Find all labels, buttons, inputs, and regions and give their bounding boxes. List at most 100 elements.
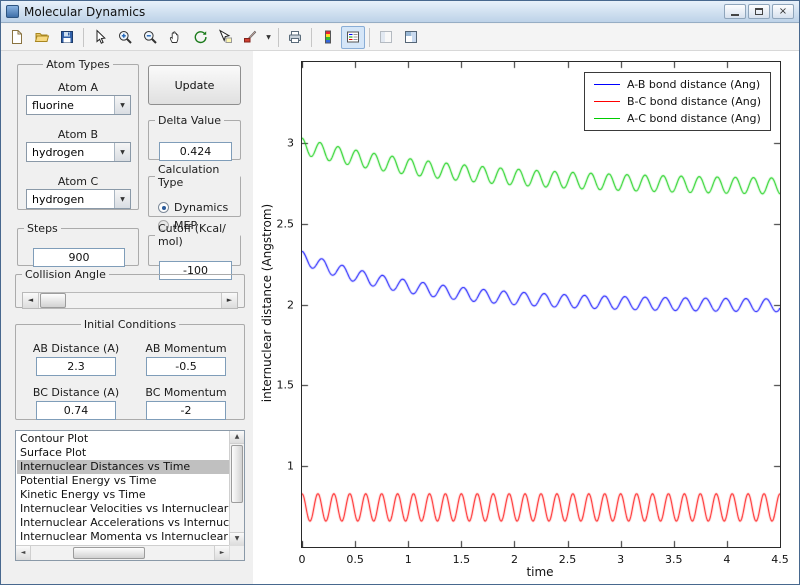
x-tick-label: 3.5 bbox=[665, 553, 683, 566]
ab-momentum-input[interactable] bbox=[146, 357, 226, 376]
show-plot-tools-icon bbox=[403, 29, 419, 45]
atom-c-value: hydrogen bbox=[27, 190, 114, 208]
plot-list: Contour PlotSurface PlotInternuclear Dis… bbox=[17, 432, 229, 545]
bc-distance-label: BC Distance (A) bbox=[24, 386, 128, 399]
zoom-in-button[interactable] bbox=[113, 26, 137, 49]
hide-plot-tools-icon bbox=[378, 29, 394, 45]
insert-colorbar-button[interactable] bbox=[316, 26, 340, 49]
atom-b-select[interactable]: hydrogen ▼ bbox=[26, 142, 131, 162]
insert-colorbar-icon bbox=[320, 29, 336, 45]
maximize-icon bbox=[755, 8, 763, 15]
list-item[interactable]: Internuclear Momenta vs Internuclear Dis… bbox=[17, 530, 229, 544]
chevron-down-icon[interactable]: ▼ bbox=[114, 96, 130, 114]
save-figure-button[interactable] bbox=[55, 26, 79, 49]
x-tick-label: 4.5 bbox=[771, 553, 789, 566]
list-item[interactable]: Contour Plot bbox=[17, 432, 229, 446]
pan-button[interactable] bbox=[163, 26, 187, 49]
app-icon bbox=[6, 5, 19, 18]
ab-momentum-label: AB Momentum bbox=[134, 342, 238, 355]
data-cursor-button[interactable] bbox=[213, 26, 237, 49]
listbox-horizontal-scrollbar[interactable]: ◄ ► bbox=[16, 545, 229, 560]
steps-input[interactable] bbox=[33, 248, 125, 267]
save-figure-icon bbox=[59, 29, 75, 45]
insert-legend-icon bbox=[345, 29, 361, 45]
scroll-left-arrow-icon[interactable]: ◄ bbox=[16, 546, 31, 560]
scroll-right-arrow-icon[interactable]: ► bbox=[221, 293, 237, 308]
horizontal-scroll-track[interactable] bbox=[31, 546, 214, 560]
legend-entry[interactable]: A-C bond distance (Ang) bbox=[594, 112, 761, 125]
horizontal-scroll-thumb[interactable] bbox=[73, 547, 145, 559]
brush-button[interactable] bbox=[238, 26, 262, 49]
window-title: Molecular Dynamics bbox=[24, 5, 145, 19]
toolbar-separator bbox=[83, 28, 84, 47]
steps-legend: Steps bbox=[24, 222, 61, 235]
x-tick-label: 1 bbox=[405, 553, 412, 566]
print-button[interactable] bbox=[283, 26, 307, 49]
legend-entry[interactable]: A-B bond distance (Ang) bbox=[594, 78, 761, 91]
vertical-scroll-thumb[interactable] bbox=[231, 445, 243, 503]
list-item[interactable]: Kinetic Energy vs Time bbox=[17, 488, 229, 502]
ab-distance-input[interactable] bbox=[36, 357, 116, 376]
control-panel: Atom Types Atom A fluorine ▼ Atom B hydr… bbox=[1, 51, 253, 584]
bc-momentum-input[interactable] bbox=[146, 401, 226, 420]
x-tick-label: 1.5 bbox=[453, 553, 471, 566]
ab-distance-label: AB Distance (A) bbox=[24, 342, 128, 355]
collision-angle-slider[interactable]: ◄ ► bbox=[22, 292, 238, 309]
dynamics-radio[interactable]: Dynamics bbox=[158, 201, 228, 214]
cutoff-legend: Cutoff (Kcal/ mol) bbox=[155, 222, 240, 248]
list-item[interactable]: Internuclear Distances vs Time bbox=[17, 460, 229, 474]
scroll-left-arrow-icon[interactable]: ◄ bbox=[23, 293, 39, 308]
plot-legend[interactable]: A-B bond distance (Ang) B-C bond distance… bbox=[584, 72, 771, 131]
hide-plot-tools-button[interactable] bbox=[374, 26, 398, 49]
list-item[interactable]: Potential Energy vs Time bbox=[17, 474, 229, 488]
atom-c-label: Atom C bbox=[18, 175, 138, 188]
scroll-down-arrow-icon[interactable]: ▼ bbox=[230, 532, 244, 545]
list-item[interactable]: Internuclear Accelerations vs Internucle… bbox=[17, 516, 229, 530]
atom-c-select[interactable]: hydrogen ▼ bbox=[26, 189, 131, 209]
slider-track[interactable] bbox=[39, 293, 221, 308]
listbox-vertical-scrollbar[interactable]: ▲ ▼ bbox=[229, 431, 244, 545]
open-file-button[interactable] bbox=[30, 26, 54, 49]
app-window: Molecular Dynamics × ▼ Atom Types Atom A… bbox=[0, 0, 800, 585]
insert-legend-button[interactable] bbox=[341, 26, 365, 49]
close-button[interactable]: × bbox=[772, 4, 794, 19]
dynamics-radio-label: Dynamics bbox=[174, 201, 228, 214]
delta-value-legend: Delta Value bbox=[155, 114, 224, 127]
legend-line-sample bbox=[594, 101, 620, 102]
legend-label: A-B bond distance (Ang) bbox=[627, 78, 760, 91]
minimize-button[interactable] bbox=[724, 4, 746, 19]
radio-selected-icon bbox=[158, 202, 169, 213]
slider-thumb[interactable] bbox=[40, 293, 66, 308]
y-tick-label: 3 bbox=[287, 136, 294, 149]
update-button[interactable]: Update bbox=[148, 65, 241, 105]
zoom-out-button[interactable] bbox=[138, 26, 162, 49]
show-plot-tools-button[interactable] bbox=[399, 26, 423, 49]
chevron-down-icon[interactable]: ▼ bbox=[114, 143, 130, 161]
x-tick-label: 0 bbox=[299, 553, 306, 566]
brush-dropdown-arrow-icon[interactable]: ▼ bbox=[263, 26, 274, 49]
steps-group: Steps bbox=[17, 222, 139, 266]
titlebar[interactable]: Molecular Dynamics × bbox=[1, 1, 799, 23]
edit-plot-icon bbox=[92, 29, 108, 45]
y-axis-label: internuclear distance (Angstrom) bbox=[260, 204, 274, 403]
scroll-up-arrow-icon[interactable]: ▲ bbox=[230, 431, 244, 444]
new-figure-button[interactable] bbox=[5, 26, 29, 49]
rotate-3d-button[interactable] bbox=[188, 26, 212, 49]
atom-types-legend: Atom Types bbox=[43, 58, 113, 71]
legend-label: A-C bond distance (Ang) bbox=[627, 112, 761, 125]
x-tick-label: 2.5 bbox=[559, 553, 577, 566]
legend-entry[interactable]: B-C bond distance (Ang) bbox=[594, 95, 761, 108]
plot-canvas[interactable] bbox=[302, 62, 780, 547]
scroll-right-arrow-icon[interactable]: ► bbox=[214, 546, 229, 560]
list-item[interactable]: Surface Plot bbox=[17, 446, 229, 460]
toolbar-separator bbox=[311, 28, 312, 47]
brush-icon bbox=[242, 29, 258, 45]
delta-value-input[interactable] bbox=[159, 142, 232, 161]
chevron-down-icon[interactable]: ▼ bbox=[114, 190, 130, 208]
edit-plot-button[interactable] bbox=[88, 26, 112, 49]
plot-type-listbox[interactable]: Contour PlotSurface PlotInternuclear Dis… bbox=[15, 430, 245, 561]
maximize-button[interactable] bbox=[748, 4, 770, 19]
bc-distance-input[interactable] bbox=[36, 401, 116, 420]
list-item[interactable]: Internuclear Velocities vs Internuclear … bbox=[17, 502, 229, 516]
atom-a-select[interactable]: fluorine ▼ bbox=[26, 95, 131, 115]
